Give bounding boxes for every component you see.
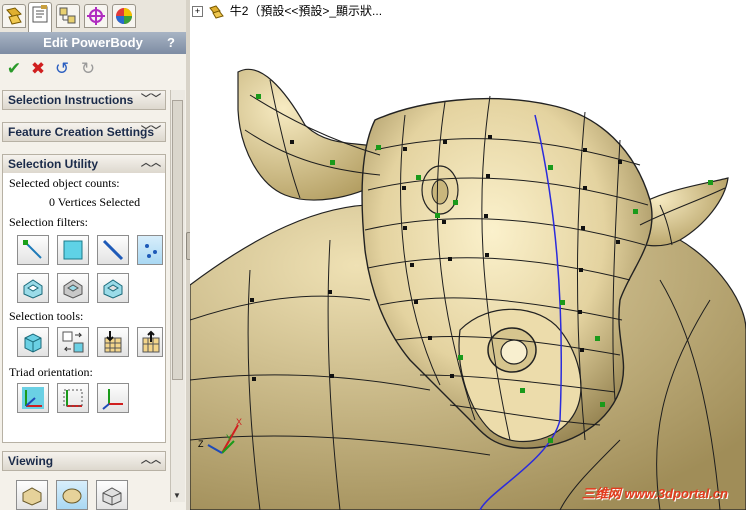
- display-manager-tab[interactable]: [112, 4, 136, 28]
- part-icon: [209, 5, 225, 19]
- watermark: 三维网 www.3dportal.cn: [581, 486, 728, 501]
- swap-selection-icon: [62, 331, 84, 353]
- check-icon: ✔: [6, 59, 22, 78]
- triad-label: Triad orientation:: [9, 365, 93, 379]
- redo-button[interactable]: ↻: [78, 59, 98, 79]
- manager-tabs: [0, 0, 186, 33]
- scroll-down-arrow-icon[interactable]: ▼: [173, 491, 181, 500]
- property-manager-tab[interactable]: [28, 2, 52, 32]
- triad-local-icon: [63, 389, 83, 407]
- panel-title: Edit PowerBody: [43, 35, 143, 50]
- face-filter-icon: [63, 240, 83, 260]
- dimxpert-tab[interactable]: [84, 4, 108, 28]
- body-filter-icon: [103, 279, 123, 299]
- filter-faces-button[interactable]: [57, 235, 89, 265]
- undo-button[interactable]: ↺: [52, 59, 72, 79]
- section-label: Viewing: [8, 454, 54, 468]
- section-feature-creation-settings[interactable]: Feature Creation Settings ﹀﹀: [2, 122, 166, 142]
- view-box-button[interactable]: [16, 480, 48, 510]
- chevron-up-icon: ︿︿: [141, 455, 161, 466]
- section-viewing[interactable]: Viewing ︿︿: [2, 451, 166, 471]
- triad-global-icon: [22, 387, 44, 409]
- filter-points-button[interactable]: [137, 235, 163, 265]
- filter-body-1-button[interactable]: [17, 273, 49, 303]
- tools-label: Selection tools:: [9, 309, 84, 323]
- grid-up-icon: [142, 330, 160, 353]
- points-filter-icon: [145, 244, 157, 258]
- configuration-manager-icon: [59, 7, 76, 24]
- bull-head-model: [190, 68, 746, 510]
- scrollbar-thumb[interactable]: [172, 100, 183, 380]
- view-both-button[interactable]: [96, 480, 128, 510]
- body-filter-icon: [23, 279, 43, 299]
- edge-filter-icon: [102, 239, 124, 261]
- feature-manager-tab[interactable]: [2, 4, 26, 28]
- section-label: Selection Utility: [8, 157, 99, 171]
- chevron-down-icon: ﹀﹀: [141, 94, 161, 105]
- help-button[interactable]: ?: [164, 32, 178, 54]
- box-wire-icon: [102, 487, 122, 506]
- section-selection-instructions[interactable]: Selection Instructions ﹀﹀: [2, 90, 166, 110]
- tool-select-box-button[interactable]: [17, 327, 49, 357]
- cube-select-icon: [24, 333, 42, 353]
- triad-global-button[interactable]: [17, 383, 49, 413]
- undo-icon: ↺: [54, 59, 70, 78]
- property-manager-panel: Edit PowerBody ? ✔ ✖ ↺ ↻ Selection Instr…: [0, 0, 187, 510]
- counts-value: 0 Vertices Selected: [49, 195, 141, 209]
- tree-item-label: 牛2（預設<<預設>_顯示狀...: [229, 4, 383, 18]
- tool-grow-selection-button[interactable]: [97, 327, 129, 357]
- body-filter-icon: [63, 279, 83, 299]
- section-label: Feature Creation Settings: [8, 125, 155, 139]
- box-shaded-icon: [22, 487, 42, 506]
- feature-manager-icon: [6, 7, 22, 25]
- cancel-button[interactable]: ✖: [28, 59, 48, 79]
- selection-utility-content: Selected object counts: 0 Vertices Selec…: [2, 173, 166, 443]
- configuration-manager-tab[interactable]: [56, 4, 80, 28]
- triad-y-label: Y: [226, 433, 232, 443]
- triad-view-icon: [102, 389, 123, 410]
- filters-label: Selection filters:: [9, 215, 88, 229]
- counts-label: Selected object counts:: [9, 176, 120, 190]
- feature-tree-item[interactable]: + 牛2（預設<<預設>_顯示狀...: [192, 2, 382, 22]
- redo-icon: ↻: [80, 59, 96, 78]
- filter-body-2-button[interactable]: [57, 273, 89, 303]
- vertex-filter-icon: [23, 240, 42, 259]
- section-label: Selection Instructions: [8, 93, 134, 107]
- section-selection-utility[interactable]: Selection Utility ︿︿: [2, 154, 166, 174]
- chevron-down-icon: ﹀﹀: [141, 126, 161, 137]
- property-manager-icon: [32, 5, 48, 23]
- tool-swap-selection-button[interactable]: [57, 327, 89, 357]
- triad-x-label: X: [236, 417, 242, 427]
- view-smooth-button[interactable]: [56, 480, 88, 510]
- triad-view-button[interactable]: [97, 383, 129, 413]
- tool-shrink-selection-button[interactable]: [137, 327, 163, 357]
- panel-scrollbar[interactable]: ▼: [170, 90, 185, 502]
- triad-z-label: Z: [198, 439, 204, 449]
- display-manager-icon: [116, 8, 132, 24]
- ellipse-shaded-icon: [62, 488, 82, 504]
- ok-button[interactable]: ✔: [4, 59, 24, 79]
- triad-local-button[interactable]: [57, 383, 89, 413]
- graphics-area[interactable]: + 牛2（預設<<預設>_顯示狀... X Y Z 三维网 www.3dport…: [190, 0, 746, 510]
- expand-icon[interactable]: +: [192, 6, 203, 18]
- grid-down-icon: [104, 331, 122, 353]
- panel-title-bar: Edit PowerBody ?: [0, 32, 186, 54]
- filter-edges-button[interactable]: [97, 235, 129, 265]
- close-icon: ✖: [30, 59, 46, 78]
- reference-triad: X Y Z: [198, 417, 242, 454]
- dimxpert-icon: [87, 7, 105, 25]
- chevron-up-icon: ︿︿: [141, 158, 161, 169]
- filter-vertices-button[interactable]: [17, 235, 49, 265]
- panel-actions: ✔ ✖ ↺ ↻: [0, 56, 186, 82]
- filter-body-3-button[interactable]: [97, 273, 129, 303]
